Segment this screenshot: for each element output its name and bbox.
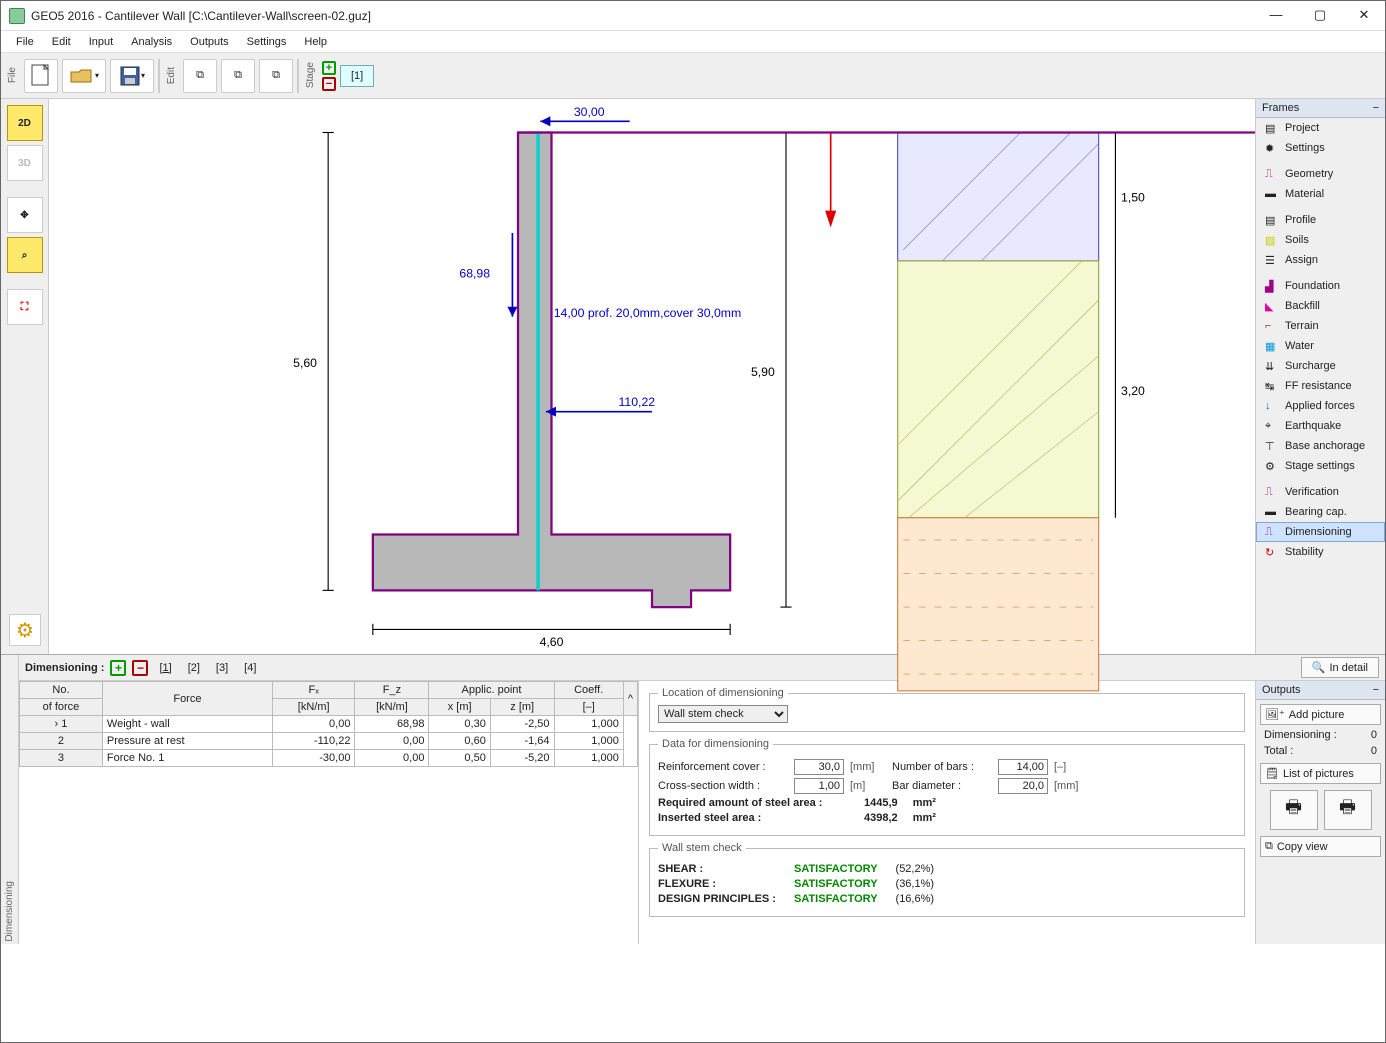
frame-soils[interactable]: ▨Soils <box>1256 230 1385 250</box>
svg-text:4,60: 4,60 <box>540 635 564 649</box>
app-icon <box>9 8 25 24</box>
frame-foundation[interactable]: ▟Foundation <box>1256 276 1385 296</box>
frame-geometry[interactable]: ⎍Geometry <box>1256 164 1385 184</box>
dimensioning-panel: Location of dimensioning Wall stem check… <box>639 681 1255 944</box>
view-toolbar: 2D 3D ✥ ⌕ ⛶ ⚙ <box>1 99 49 654</box>
table-row[interactable]: 3Force No. 1-30,000,000,50-5,201,000 <box>20 750 638 767</box>
copy-view-button[interactable]: ⧉ Copy view <box>1260 836 1381 857</box>
frame-project[interactable]: ▤Project <box>1256 118 1385 138</box>
data-legend: Data for dimensioning <box>658 738 773 750</box>
frame-applied-forces[interactable]: ↓Applied forces <box>1256 396 1385 416</box>
svg-text:5,60: 5,60 <box>293 356 317 370</box>
svg-text:1,50: 1,50 <box>1121 191 1145 205</box>
in-detail-button[interactable]: 🔍 In detail <box>1301 657 1379 678</box>
svg-text:30,00: 30,00 <box>574 105 605 119</box>
frame-profile[interactable]: ▤Profile <box>1256 210 1385 230</box>
frame-material[interactable]: ▬Material <box>1256 184 1385 204</box>
frames-title: Frames <box>1262 102 1299 114</box>
minimize-button[interactable]: — <box>1263 6 1289 26</box>
zoom-button[interactable]: ⌕ <box>7 237 43 273</box>
maximize-button[interactable]: ▢ <box>1307 6 1333 26</box>
view-3d-button[interactable]: 3D <box>7 145 43 181</box>
window-title: GEO5 2016 - Cantilever Wall [C:\Cantilev… <box>31 9 1263 23</box>
group-file-label: File <box>5 65 20 85</box>
paste-button[interactable]: ⧉ <box>221 59 255 93</box>
frame-backfill[interactable]: ◣Backfill <box>1256 296 1385 316</box>
frame-assign[interactable]: ☰Assign <box>1256 250 1385 270</box>
svg-text:3,20: 3,20 <box>1121 384 1145 398</box>
group-edit-label: Edit <box>164 65 179 86</box>
frame-surcharge[interactable]: ⇊Surcharge <box>1256 356 1385 376</box>
bars-input[interactable] <box>998 759 1048 775</box>
group-stage-label: Stage <box>303 60 318 90</box>
menu-settings[interactable]: Settings <box>238 33 296 51</box>
list-pictures-button[interactable]: 🗒 List of pictures <box>1260 763 1381 784</box>
forces-table: No. Force FₓF_z Applic. pointCoeff. ^ of… <box>19 681 639 944</box>
save-button[interactable]: ▾ <box>110 59 154 93</box>
toolbar: File ▾ ▾ Edit ⧉ ⧉ ⧉ Stage + − [1] <box>1 53 1385 99</box>
frame-earthquake[interactable]: ⌖Earthquake <box>1256 416 1385 436</box>
ws-legend: Wall stem check <box>658 842 746 854</box>
table-row[interactable]: 2Pressure at rest-110,220,000,60-1,641,0… <box>20 733 638 750</box>
frame-water[interactable]: ▦Water <box>1256 336 1385 356</box>
cover-input[interactable] <box>794 759 844 775</box>
frame-ff-resistance[interactable]: ↹FF resistance <box>1256 376 1385 396</box>
svg-text:14,00 prof. 20,0mm,cover 30,0m: 14,00 prof. 20,0mm,cover 30,0mm <box>554 306 741 320</box>
paste2-button[interactable]: ⧉ <box>259 59 293 93</box>
menubar: File Edit Input Analysis Outputs Setting… <box>1 31 1385 53</box>
fit-button[interactable]: ⛶ <box>7 289 43 325</box>
frame-verification[interactable]: ⎍Verification <box>1256 482 1385 502</box>
frame-bearing-cap[interactable]: ▬Bearing cap. <box>1256 502 1385 522</box>
view-2d-button[interactable]: 2D <box>7 105 43 141</box>
frame-terrain[interactable]: ⌐Terrain <box>1256 316 1385 336</box>
print-button[interactable]: 🖶 <box>1270 790 1318 830</box>
frame-settings[interactable]: ✹Settings <box>1256 138 1385 158</box>
close-button[interactable]: ✕ <box>1351 6 1377 26</box>
pan-button[interactable]: ✥ <box>7 197 43 233</box>
drawing-canvas[interactable]: 5,60 4,60 30,00 68,98 14,00 prof. 20,0mm… <box>49 99 1255 654</box>
add-picture-button[interactable]: 🖼⁺ Add picture <box>1260 704 1381 725</box>
frames-collapse-icon[interactable]: − <box>1373 102 1379 114</box>
frame-base-anchorage[interactable]: ⊤Base anchorage <box>1256 436 1385 456</box>
frame-stability[interactable]: ↻Stability <box>1256 542 1385 562</box>
svg-text:5,90: 5,90 <box>751 365 775 379</box>
menu-analysis[interactable]: Analysis <box>122 33 181 51</box>
remove-stage-button[interactable]: − <box>322 77 336 91</box>
print-color-button[interactable]: 🖶 <box>1324 790 1372 830</box>
diameter-input[interactable] <box>998 778 1048 794</box>
frame-stage-settings[interactable]: ⚙Stage settings <box>1256 456 1385 476</box>
svg-text:110,22: 110,22 <box>618 395 655 409</box>
settings-gear-button[interactable]: ⚙ <box>9 614 41 646</box>
menu-edit[interactable]: Edit <box>43 33 80 51</box>
menu-help[interactable]: Help <box>295 33 336 51</box>
outputs-panel: Outputs− 🖼⁺ Add picture Dimensioning :0 … <box>1255 681 1385 944</box>
outputs-collapse-icon[interactable]: − <box>1373 684 1379 696</box>
new-button[interactable] <box>24 59 58 93</box>
menu-outputs[interactable]: Outputs <box>181 33 238 51</box>
menu-file[interactable]: File <box>7 33 43 51</box>
svg-text:68,98: 68,98 <box>459 267 490 281</box>
add-stage-button[interactable]: + <box>322 61 336 75</box>
menu-input[interactable]: Input <box>80 33 122 51</box>
bottom-tab-label: Dimensioning <box>2 879 17 944</box>
frames-panel: Frames − ▤Project ✹Settings ⎍Geometry ▬Ma… <box>1255 99 1385 654</box>
stage-tab-1[interactable]: [1] <box>340 65 374 87</box>
frame-dimensioning[interactable]: ⎍Dimensioning <box>1256 522 1385 542</box>
width-input[interactable] <box>794 778 844 794</box>
copy-button[interactable]: ⧉ <box>183 59 217 93</box>
outputs-title: Outputs <box>1262 684 1301 696</box>
open-button[interactable]: ▾ <box>62 59 106 93</box>
